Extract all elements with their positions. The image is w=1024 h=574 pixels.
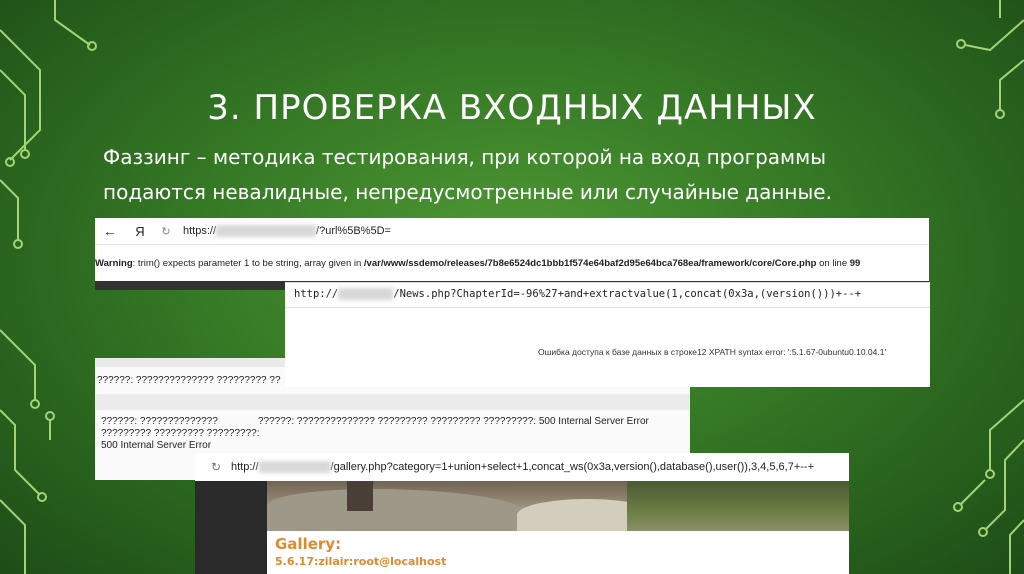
url-redacted-block	[338, 288, 394, 300]
browser-toolbar: ← Я ↻ https:// /?url%5B%5D=	[95, 218, 929, 245]
url-redacted-block	[216, 225, 317, 238]
warning-path: /var/www/ssdemo/releases/7b8e6524dc1bbb1…	[363, 258, 817, 269]
gallery-heading: Gallery:	[275, 535, 342, 553]
browser-toolbar: ↻ http:// /gallery.php?category=1+union+s…	[195, 453, 849, 481]
subtitle-line-2: подаются невалидные, непредусмотренные и…	[103, 180, 832, 204]
php-warning-text: Warning: trim() expects parameter 1 to b…	[95, 258, 929, 269]
screenshot-xpath-error: http:// /News.php?ChapterId=-96%27+and+ex…	[285, 282, 930, 387]
url-start: https://	[183, 224, 217, 237]
person-shape	[347, 481, 373, 511]
address-bar[interactable]: http:// /gallery.php?category=1+union+sel…	[231, 460, 814, 474]
address-bar[interactable]: http:// /News.php?ChapterId=-96%27+and+ex…	[294, 288, 861, 300]
slide-subtitle: Фаззинг – методика тестирования, при кот…	[103, 140, 903, 210]
url-end: /News.php?ChapterId=-96%27+and+extractva…	[393, 288, 862, 300]
screenshot-php-warning: ← Я ↻ https:// /?url%5B%5D= Warning: trim…	[95, 218, 929, 290]
reload-icon[interactable]: ↻	[155, 225, 177, 238]
warning-line-text: on line	[816, 258, 850, 269]
separator-band	[95, 394, 690, 410]
error-column-right: ??????: ?????????????? ????????? ???????…	[258, 416, 649, 427]
dark-sidebar	[195, 481, 267, 574]
url-start: http://	[294, 288, 339, 300]
grass-area	[627, 481, 849, 531]
url-end: /gallery.php?category=1+union+select+1,c…	[330, 460, 814, 473]
warning-label: Warning	[95, 258, 133, 269]
browser-logo-icon: Я	[135, 223, 145, 239]
back-arrow-icon[interactable]: ←	[95, 223, 125, 239]
subtitle-line-1: Фаззинг – методика тестирования, при кот…	[103, 145, 827, 169]
url-redacted-block	[258, 461, 331, 474]
error-column-left: ??????: ?????????????? ????????? ???????…	[101, 416, 260, 451]
garbled-line: ??????: ?????????????? ????????? ??	[97, 375, 281, 386]
rock-shape	[267, 489, 527, 531]
xpath-error-text: Ошибка доступа к базе данных в строке12 …	[538, 347, 887, 357]
reload-icon[interactable]: ↻	[195, 460, 231, 474]
gallery-photo	[267, 481, 849, 531]
url-end: /?url%5B%5D=	[316, 224, 391, 237]
screenshot-gallery-injection: ↻ http:// /gallery.php?category=1+union+s…	[195, 453, 849, 574]
warning-line-number: 99	[849, 258, 861, 269]
injection-result-text: 5.6.17:zilair:root@localhost	[275, 555, 447, 568]
warning-message: : trim() expects parameter 1 to be strin…	[132, 258, 364, 269]
address-bar[interactable]: https:// /?url%5B%5D=	[183, 224, 391, 238]
url-start: http://	[231, 460, 259, 473]
slide-title: 3. ПРОВЕРКА ВХОДНЫХ ДАННЫХ	[207, 88, 817, 128]
divider	[285, 307, 930, 308]
